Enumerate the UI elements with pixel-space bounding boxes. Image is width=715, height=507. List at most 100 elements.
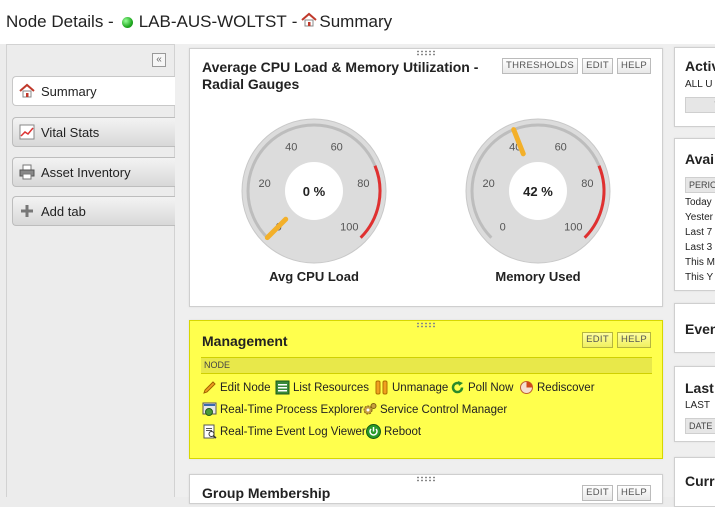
edit-button[interactable]: EDIT (582, 485, 613, 501)
gauge-tick-label: 100 (564, 221, 582, 233)
edit-button[interactable]: EDIT (582, 58, 613, 74)
availability-panel: Avai PERIO Today Yester Last 7 Last 3 Th… (674, 138, 715, 291)
poll-now-link[interactable]: Poll Now (450, 380, 513, 395)
gauge-label: Memory Used (495, 269, 581, 284)
tab-label: Asset Inventory (41, 164, 131, 180)
table-row: Today (685, 197, 712, 208)
real-time-process-explorer-link[interactable]: Real-Time Process Explorer (202, 402, 363, 417)
panel-title: Even (685, 321, 715, 337)
chart-icon (19, 124, 35, 140)
table-row: This M (685, 257, 715, 268)
action-label: List Resources (293, 381, 370, 394)
tab-add[interactable]: Add tab (12, 196, 180, 226)
tab-label: Summary (41, 83, 97, 99)
help-button[interactable]: HELP (617, 332, 651, 348)
tab-asset-inventory[interactable]: Asset Inventory (12, 157, 180, 187)
panel-title: Average CPU Load & Memory Utilization - … (202, 59, 478, 93)
cpu-memory-panel: Average CPU Load & Memory Utilization - … (189, 48, 663, 307)
plus-icon (19, 203, 35, 219)
table-row: Last 7 (685, 227, 713, 238)
edit-button[interactable]: EDIT (582, 332, 613, 348)
thresholds-button[interactable]: THRESHOLDS (502, 58, 578, 74)
action-label: Real-Time Event Log Viewer (220, 425, 366, 438)
gauge-value: 0 % (303, 184, 326, 199)
table-row: This Y (685, 272, 714, 283)
management-panel: Management EDIT HELP NODE Edit Node List… (189, 320, 663, 459)
tab-label: Vital Stats (41, 124, 100, 140)
drag-handle[interactable] (416, 322, 436, 328)
title-separator: - (291, 12, 298, 31)
home-icon (19, 83, 35, 99)
gauge-tick-label: 80 (357, 178, 369, 190)
action-label: Poll Now (468, 381, 514, 394)
panel-title: Activ (685, 58, 715, 74)
gauge-tick-label: 80 (581, 178, 593, 190)
edit-node-link[interactable]: Edit Node (202, 380, 271, 395)
table-header: PERIO (685, 177, 715, 193)
events-panel: Even (674, 303, 715, 353)
page-header: Node Details - LAB-AUS-WOLTST - Summary (0, 0, 715, 44)
gauge-tick-label: 60 (555, 141, 567, 153)
table-header: DATE (685, 418, 715, 434)
panel-title: Avai (685, 151, 715, 167)
rediscover-icon (519, 380, 534, 395)
action-label: Unmanage (392, 381, 449, 394)
tab-label: Add tab (41, 203, 86, 219)
sidebar: « Summary Vital Stats Asset Inventory Ad… (6, 44, 180, 497)
help-button[interactable]: HELP (617, 58, 651, 74)
action-label: Reboot (384, 425, 422, 438)
panel-title: Last (685, 380, 714, 396)
panel-title-line2: Radial Gauges (202, 76, 300, 92)
collapse-sidebar-button[interactable]: « (152, 53, 166, 67)
tab-vital-stats[interactable]: Vital Stats (12, 117, 180, 147)
tab-summary[interactable]: Summary (12, 76, 180, 106)
power-icon (366, 424, 381, 439)
table-header: T (685, 97, 715, 113)
section-header: NODE (201, 357, 652, 374)
panel-title-line1: Average CPU Load & Memory Utilization - (202, 59, 479, 75)
active-alerts-panel: Activ ALL U T (674, 47, 715, 127)
list-icon (275, 380, 290, 395)
unmanage-link[interactable]: Unmanage (374, 380, 448, 395)
page-title-prefix: Node Details - (6, 12, 114, 31)
pencil-icon (202, 380, 217, 395)
cpu-load-gauge: 0204060801000 % (241, 118, 387, 264)
refresh-icon (450, 380, 465, 395)
gauge-tick-label: 60 (331, 141, 343, 153)
gauge-tick-label: 40 (285, 141, 297, 153)
gauge-tick-label: 20 (482, 178, 494, 190)
real-time-event-log-viewer-link[interactable]: Real-Time Event Log Viewer (202, 424, 366, 439)
action-label: Real-Time Process Explorer (220, 403, 364, 416)
drag-handle[interactable] (416, 50, 436, 56)
gauge-value: 42 % (523, 184, 553, 199)
view-name: Summary (319, 12, 393, 31)
action-label: Service Control Manager (380, 403, 508, 416)
gauge-tick-label: 0 (500, 221, 506, 233)
action-label: Rediscover (537, 381, 595, 394)
panel-title: Group Membership (202, 485, 331, 501)
gauge-tick-label: 20 (258, 178, 270, 190)
service-control-manager-link[interactable]: Service Control Manager (362, 402, 507, 417)
panel-subtitle: ALL U (685, 79, 713, 90)
home-icon (301, 12, 318, 33)
list-resources-link[interactable]: List Resources (275, 380, 369, 395)
current-panel: Curr (674, 457, 715, 507)
process-icon (202, 402, 217, 417)
table-row: Last 3 (685, 242, 713, 253)
gears-icon (362, 402, 377, 417)
panel-title: Management (202, 333, 288, 349)
printer-icon (19, 164, 35, 180)
group-membership-panel: Group Membership EDIT HELP (189, 474, 663, 504)
gauge-label: Avg CPU Load (269, 269, 359, 284)
status-up-icon (121, 16, 133, 28)
last-events-panel: Last LAST DATE (674, 366, 715, 442)
action-label: Edit Node (220, 381, 271, 394)
drag-handle[interactable] (416, 476, 436, 482)
node-name[interactable]: LAB-AUS-WOLTST (139, 12, 287, 32)
help-button[interactable]: HELP (617, 485, 651, 501)
reboot-link[interactable]: Reboot (366, 424, 421, 439)
gauge-tick-label: 100 (340, 221, 358, 233)
rediscover-link[interactable]: Rediscover (519, 380, 595, 395)
table-row: Yester (685, 212, 713, 223)
pause-icon (374, 380, 389, 395)
